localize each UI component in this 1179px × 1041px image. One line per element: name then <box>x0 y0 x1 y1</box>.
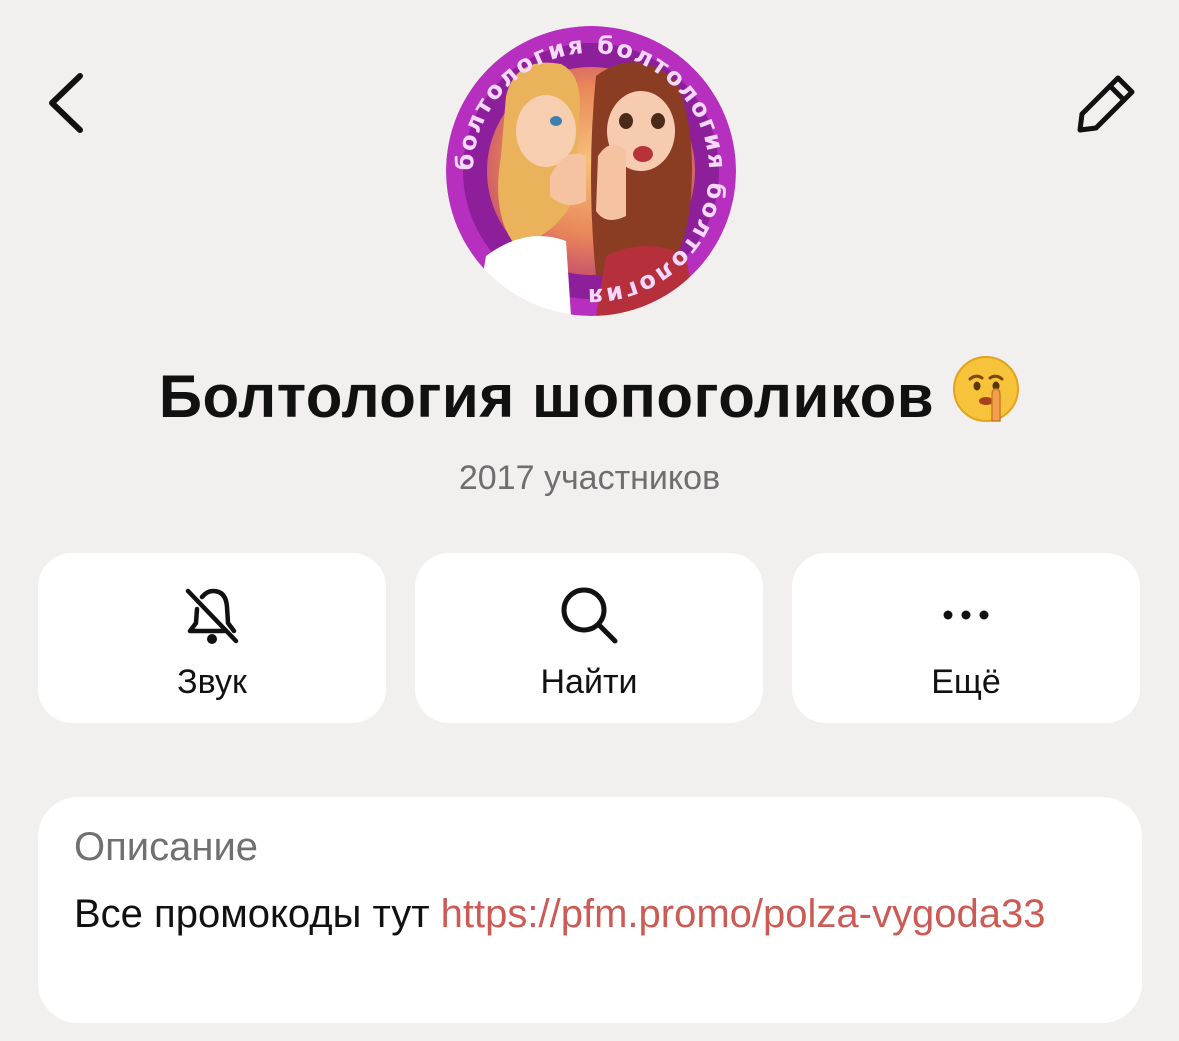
shushing-face-icon <box>952 355 1020 437</box>
pencil-icon <box>1077 75 1135 133</box>
more-button[interactable]: Ещё <box>792 553 1140 723</box>
sound-button-label: Звук <box>177 663 247 701</box>
search-button-label: Найти <box>540 663 638 701</box>
edit-button[interactable] <box>1068 66 1144 142</box>
search-icon <box>561 587 618 644</box>
promo-link[interactable]: https://pfm.promo/polza-vygoda33 <box>441 892 1046 936</box>
description-heading: Описание <box>74 825 259 869</box>
more-dots-icon <box>943 610 989 620</box>
bell-slash-icon <box>185 588 239 644</box>
members-count: 2017 участников <box>458 459 721 497</box>
description-body: Все промокоды тут <box>74 892 441 936</box>
chevron-left-icon <box>49 73 83 133</box>
sound-button[interactable]: Звук <box>38 553 386 723</box>
chat-title: Болтология шопоголиков <box>0 356 1179 437</box>
back-button[interactable] <box>36 68 96 138</box>
chat-title-text: Болтология шопоголиков <box>158 363 935 430</box>
description-text: Все промокоды тут https://pfm.promo/polz… <box>74 885 1074 943</box>
description-card: Описание Все промокоды тут https://pfm.p… <box>38 797 1142 1023</box>
chat-avatar[interactable]: болтология болтология болтология <box>446 26 736 316</box>
more-button-label: Ещё <box>931 663 1001 701</box>
search-button[interactable]: Найти <box>415 553 763 723</box>
